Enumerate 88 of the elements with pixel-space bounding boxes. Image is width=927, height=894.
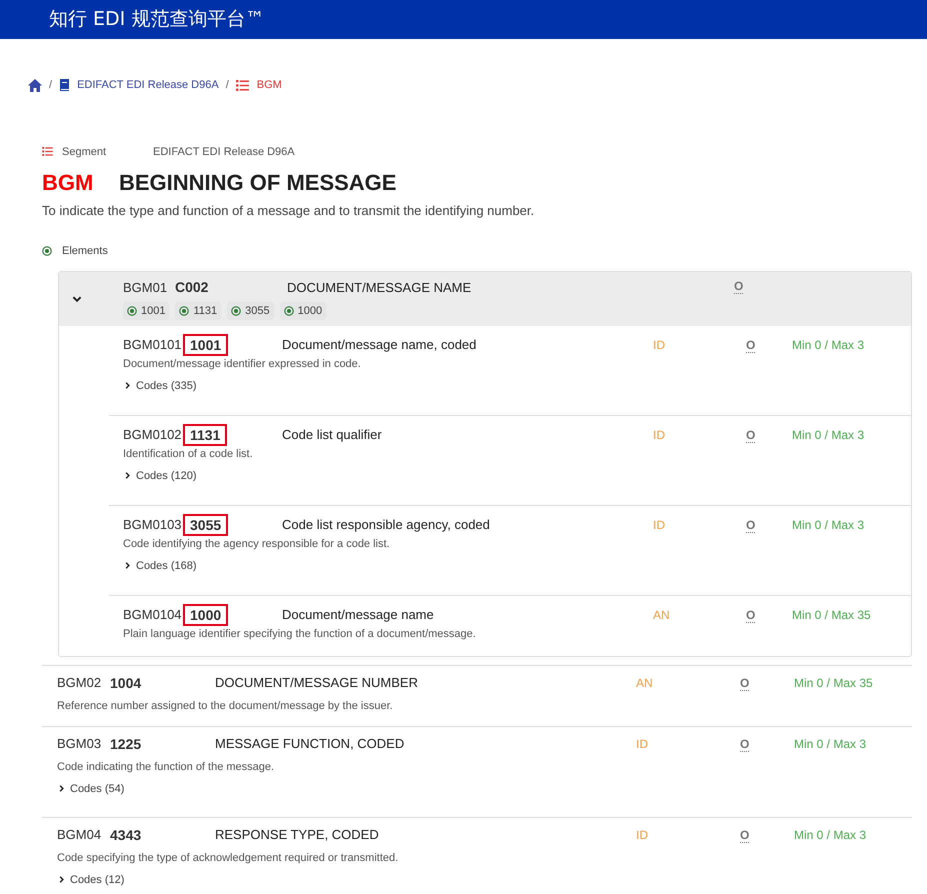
site-title[interactable]: 知行 EDI 规范查询平台™ xyxy=(49,5,264,34)
radio-icon xyxy=(127,306,137,316)
breadcrumb-separator: / xyxy=(226,78,229,93)
element-name: DOCUMENT/MESSAGE NUMBER xyxy=(215,674,419,690)
usage-indicator: O xyxy=(746,428,756,442)
component-tag[interactable]: 3055 xyxy=(227,302,274,320)
element-code: 1000 xyxy=(183,604,228,626)
chevron-right-icon xyxy=(123,471,132,480)
element-name: Code list qualifier xyxy=(282,426,383,442)
chevron-right-icon xyxy=(57,784,66,793)
element-position: BGM0103 xyxy=(123,516,183,532)
element-position: BGM0104 xyxy=(123,606,183,622)
length-range: Min 0 / Max 3 xyxy=(792,516,866,532)
element-name: Document/message name, coded xyxy=(282,336,478,352)
element-code: C002 xyxy=(175,278,210,297)
element-code: 1004 xyxy=(110,674,142,690)
radio-icon xyxy=(231,306,242,316)
element-description: Identification of a code list. xyxy=(123,446,254,462)
composite-header[interactable]: BGM01 C002 DOCUMENT/MESSAGE NAME O 1001 1131 3055 1000 xyxy=(59,272,911,326)
element-name: Document/message name xyxy=(282,606,435,622)
component-tag[interactable]: 1001 xyxy=(123,302,170,320)
element-description: Plain language identifier specifying the function of a document/message. xyxy=(123,626,477,642)
breadcrumb-separator: / xyxy=(49,78,52,93)
data-type: AN xyxy=(636,674,654,690)
chevron-right-icon xyxy=(57,875,66,884)
home-icon[interactable] xyxy=(28,78,42,92)
data-type: ID xyxy=(636,826,649,842)
length-range: Min 0 / Max 3 xyxy=(794,826,868,842)
element-position: BGM03 xyxy=(57,736,102,752)
codes-link[interactable]: Codes (120) xyxy=(123,468,197,484)
element-name: RESPONSE TYPE, CODED xyxy=(215,826,380,842)
element-description: Code identifying the agency responsible for a code list. xyxy=(123,536,391,552)
element-position: BGM0102 xyxy=(123,426,183,442)
codes-link[interactable]: Codes (168) xyxy=(123,558,197,574)
segment-description: To indicate the type and function of a message and to transmit the identifying number. xyxy=(42,202,536,220)
list-icon xyxy=(236,80,249,91)
radio-icon xyxy=(284,306,294,316)
radio-icon xyxy=(179,306,190,316)
element-position: BGM0101 xyxy=(123,336,183,352)
usage-indicator: O xyxy=(734,280,744,294)
element-name: Code list responsible agency, coded xyxy=(282,516,491,532)
usage-indicator: O xyxy=(746,518,756,532)
element-position: BGM04 xyxy=(57,826,102,842)
element-code: 4343 xyxy=(110,826,142,842)
data-type: ID xyxy=(636,736,649,752)
list-icon xyxy=(42,147,53,156)
usage-indicator: O xyxy=(740,736,750,752)
component-tag[interactable]: 1131 xyxy=(175,302,222,320)
data-type: ID xyxy=(653,426,666,442)
codes-link[interactable]: Codes (54) xyxy=(57,780,124,796)
length-range: Min 0 / Max 35 xyxy=(794,674,874,690)
standard-name: EDIFACT EDI Release D96A xyxy=(153,144,295,160)
codes-link[interactable]: Codes (12) xyxy=(57,872,124,888)
component-tag[interactable]: 1000 xyxy=(280,302,326,320)
segment-title: BEGINNING OF MESSAGE xyxy=(119,169,396,197)
usage-indicator: O xyxy=(740,828,750,842)
element-code: 1001 xyxy=(183,334,228,356)
element-code: 1131 xyxy=(183,424,228,446)
element-name: DOCUMENT/MESSAGE NAME xyxy=(287,278,472,296)
element-description: Code specifying the type of acknowledgement required or transmitted. xyxy=(57,850,400,866)
chevron-right-icon xyxy=(123,561,132,570)
element-description: Reference number assigned to the document/message by the issuer. xyxy=(57,698,394,714)
data-type: ID xyxy=(653,336,666,352)
length-range: Min 0 / Max 3 xyxy=(792,426,866,442)
element-position: BGM01 xyxy=(123,278,168,296)
data-type: ID xyxy=(653,516,666,532)
usage-indicator: O xyxy=(746,338,756,352)
element-description: Document/message identifier expressed in code. xyxy=(123,356,362,372)
element-code: 3055 xyxy=(183,514,228,536)
usage-indicator: O xyxy=(740,676,750,690)
element-position: BGM02 xyxy=(57,674,102,690)
length-range: Min 0 / Max 3 xyxy=(792,336,866,352)
segment-type: Segment xyxy=(62,144,108,160)
usage-indicator: O xyxy=(746,608,756,622)
breadcrumb-link[interactable]: EDIFACT EDI Release D96A xyxy=(77,77,219,94)
element-code: 1225 xyxy=(110,736,142,752)
element-description: Code indicating the function of the message. xyxy=(57,760,276,774)
segment-code: BGM xyxy=(42,169,94,197)
codes-link[interactable]: Codes (335) xyxy=(123,378,197,394)
data-type: AN xyxy=(653,606,671,622)
element-name: MESSAGE FUNCTION, CODED xyxy=(215,736,406,752)
book-icon xyxy=(59,79,70,92)
elements-heading: Elements xyxy=(62,244,108,259)
length-range: Min 0 / Max 3 xyxy=(794,736,868,752)
length-range: Min 0 / Max 35 xyxy=(792,606,872,622)
breadcrumb-current: BGM xyxy=(256,78,282,93)
radio-icon xyxy=(42,246,52,256)
chevron-right-icon xyxy=(123,381,132,390)
